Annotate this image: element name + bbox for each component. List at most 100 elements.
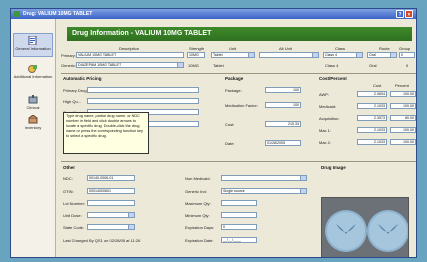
close-button[interactable]: × <box>405 10 413 18</box>
primary-unit-select[interactable]: Tablet <box>211 52 255 58</box>
cost-field[interactable]: 210.33 <box>265 121 301 127</box>
awp-cost-field[interactable]: 2.0604 <box>357 91 387 97</box>
column-class: Class <box>335 46 346 51</box>
primary-description-field[interactable]: VALIUM 10MG TABLET <box>76 52 184 58</box>
acquisition-label: Acquisition: <box>319 116 340 121</box>
drug-image-title: Drug Image <box>321 165 346 170</box>
primary-alt-unit-select[interactable] <box>259 52 319 58</box>
sidebar-item-general-information[interactable]: General Information <box>13 33 53 57</box>
package-label: Package: <box>225 88 242 93</box>
lot-number-label: Lot Number: <box>63 201 86 206</box>
primary-drug-field[interactable] <box>87 87 199 93</box>
help-button[interactable]: ? <box>396 10 404 18</box>
medication-factor-field[interactable]: 100 <box>265 102 301 108</box>
ndc-field[interactable]: 00140-0006-01 <box>87 175 135 181</box>
generic-label: Generic: <box>61 63 77 68</box>
divider <box>61 73 416 74</box>
primary-class-select[interactable]: Class 4 <box>323 52 363 58</box>
drug-search-tooltip: Type drug name, partial drug name, or ND… <box>63 112 149 154</box>
date-label: Date: <box>225 141 235 146</box>
generic-description-field[interactable]: DIAZEPAM 10MG TABLET <box>76 62 184 68</box>
non-medicaid-label: Non Medicaid: <box>185 176 211 181</box>
package-title: Package <box>225 76 244 81</box>
acquisition-percent-field[interactable]: 80.00 <box>390 115 416 121</box>
ndc-label: NDC: <box>63 176 73 181</box>
primary-drug-label: Primary Drug: <box>63 88 88 93</box>
divider <box>61 161 416 162</box>
expiration-date-field[interactable]: __/__/____ <box>221 237 257 243</box>
lot-number-field[interactable] <box>87 200 135 206</box>
minimum-qty-label: Minimum Qty: <box>185 213 210 218</box>
maximum-qty-field[interactable] <box>221 200 257 206</box>
generic-unit: Tablet <box>213 63 224 68</box>
pill-photo <box>322 198 408 257</box>
app-icon <box>14 11 20 17</box>
expiration-days-field[interactable]: 0 <box>221 224 257 230</box>
page-title: Drug Information - VALIUM 10MG TABLET <box>67 27 412 41</box>
generic-ind-label: Generic Ind: <box>185 189 207 194</box>
general-info-icon <box>28 36 37 45</box>
mac1-percent-field[interactable]: 100.00 <box>390 127 416 133</box>
mac2-label: Mac 2: <box>319 140 332 145</box>
date-field[interactable]: 01/28/2005 <box>265 140 301 146</box>
minimum-qty-field[interactable] <box>221 212 257 218</box>
generic-strength: 10MG <box>188 63 199 68</box>
inventory-icon <box>28 115 38 124</box>
high-quantity-field[interactable] <box>87 98 199 104</box>
mac1-label: Mac 1: <box>319 128 332 133</box>
package-field[interactable]: 100 <box>265 87 301 93</box>
last-changed-text: Last Changed By QS1 on 02/28/05 at 11:26 <box>63 238 141 243</box>
percent-column-header: Percent <box>395 83 409 88</box>
non-medicaid-select[interactable] <box>221 175 307 181</box>
high-quantity-label: High Qu... <box>63 99 82 104</box>
gtin-label: GTIN: <box>63 189 74 194</box>
generic-route: Oral <box>369 63 377 68</box>
sidebar-item-label: Inventory <box>24 125 42 130</box>
sidebar: General Information Additional Informati… <box>11 19 56 257</box>
acquisition-cost-field[interactable]: 2.3573 <box>357 115 387 121</box>
sidebar-item-label: Additional Information <box>13 74 53 79</box>
window-title: Drug: VALIUM 10MG TABLET <box>23 11 93 17</box>
column-alt-unit: Alt Unit <box>279 46 292 51</box>
expiration-date-label: Expiration Date: <box>185 238 214 243</box>
primary-label: Primary: <box>61 53 76 58</box>
gtin-field[interactable]: 00014000601 <box>87 188 135 194</box>
sidebar-item-additional-information[interactable]: Additional Information <box>13 64 53 86</box>
automatic-pricing-title: Automatic Pricing <box>63 76 102 81</box>
primary-strength-field[interactable]: 10MG <box>187 52 205 58</box>
sidebar-item-inventory[interactable]: Inventory <box>13 115 53 131</box>
cost-percent-title: Cost/Percent <box>319 76 347 81</box>
state-code-select[interactable] <box>87 224 135 230</box>
awp-label: AWP: <box>319 92 330 97</box>
medicaid-label: Medicaid: <box>319 104 337 109</box>
title-bar: Drug: VALIUM 10MG TABLET ? × <box>11 9 416 19</box>
state-code-label: State Code: <box>63 225 85 230</box>
cost-label: Cost: <box>225 122 235 127</box>
primary-group-field[interactable]: 0 <box>399 52 415 58</box>
drug-image <box>321 197 409 257</box>
column-description: Description <box>119 46 140 51</box>
medicaid-cost-field[interactable]: 2.1033 <box>357 103 387 109</box>
drug-window: Drug: VALIUM 10MG TABLET ? × General Inf… <box>10 8 417 258</box>
sidebar-item-label: General Information <box>15 46 51 51</box>
additional-info-icon <box>28 65 37 73</box>
unit-dose-select[interactable] <box>87 212 135 218</box>
generic-class: Class 4 <box>325 63 339 68</box>
mac2-cost-field[interactable]: 2.1033 <box>357 139 387 145</box>
unit-dose-label: Unit Dose: <box>63 213 82 218</box>
column-unit: Unit <box>229 46 237 51</box>
maximum-qty-label: Maximum Qty: <box>185 201 211 206</box>
column-strength: Strength <box>189 46 205 51</box>
primary-route-select[interactable]: Oral <box>367 52 397 58</box>
medicaid-percent-field[interactable]: 100.00 <box>390 103 416 109</box>
awp-percent-field[interactable]: 100.00 <box>390 91 416 97</box>
sidebar-item-label: Clinical <box>26 105 40 110</box>
column-group: Group <box>399 46 411 51</box>
clinical-icon <box>28 95 38 104</box>
generic-ind-select[interactable]: Single source <box>221 188 307 194</box>
sidebar-item-clinical[interactable]: Clinical <box>13 95 53 111</box>
column-route: Route <box>379 46 390 51</box>
expiration-days-label: Expiration Days: <box>185 225 215 230</box>
mac2-percent-field[interactable]: 100.00 <box>390 139 416 145</box>
mac1-cost-field[interactable]: 2.1033 <box>357 127 387 133</box>
